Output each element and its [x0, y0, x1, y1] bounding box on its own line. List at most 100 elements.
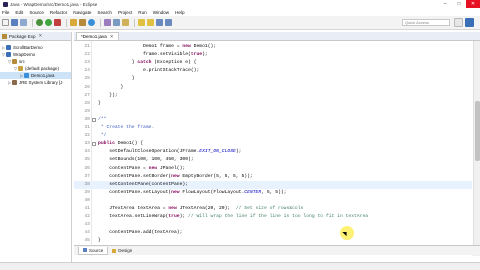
- package-icon: [18, 66, 23, 71]
- code-editor: *Demo1.java ✕ 21 Demo1 frame = new Demo1…: [74, 32, 480, 256]
- code-token: JPanel();: [157, 165, 186, 171]
- tab-source[interactable]: Source: [78, 246, 109, 255]
- menu-file[interactable]: File: [2, 10, 9, 15]
- code-line[interactable]: 25 }: [74, 75, 472, 83]
- tree-item[interactable]: ▷ JRE System Library [J: [0, 79, 71, 86]
- close-tab-icon[interactable]: ✕: [110, 34, 114, 40]
- design-icon: [112, 248, 117, 253]
- code-token: FlowLayout(FlowLayout.: [179, 189, 245, 195]
- code-token: /**: [98, 116, 107, 122]
- back-icon[interactable]: [156, 19, 163, 26]
- code-line[interactable]: 31 * Create the frame.: [74, 124, 472, 132]
- code-line[interactable]: 35 setBounds(100, 100, 450, 300);: [74, 156, 472, 164]
- open-perspective-icon[interactable]: [454, 18, 463, 27]
- forward-icon[interactable]: [165, 19, 172, 26]
- code-token: );: [235, 149, 242, 155]
- code-line[interactable]: 29: [74, 108, 472, 116]
- code-line[interactable]: 23 } catch (Exception e) {: [74, 59, 472, 67]
- menu-help[interactable]: Help: [175, 10, 184, 15]
- project-icon: [6, 45, 11, 50]
- code-area[interactable]: 21 Demo1 frame = new Demo1(); 22 frame.se…: [74, 41, 480, 256]
- tree-item[interactable]: ▽ src: [0, 58, 71, 65]
- code-line[interactable]: 36 contentPane = new JPanel();: [74, 165, 472, 173]
- menu-search[interactable]: Search: [97, 10, 112, 15]
- code-line[interactable]: 24 e.printStackTrace();: [74, 67, 472, 75]
- minimize-button[interactable]: –: [438, 0, 452, 8]
- save-icon[interactable]: [11, 19, 18, 26]
- new-package-icon[interactable]: [79, 19, 86, 26]
- quick-access-input[interactable]: Quick Access: [402, 19, 450, 26]
- line-number: 26: [84, 84, 90, 90]
- next-annotation-icon[interactable]: [138, 19, 145, 26]
- library-icon: [12, 80, 17, 85]
- new-icon[interactable]: [2, 19, 9, 26]
- code-text: e.printStackTrace();: [98, 67, 199, 75]
- editor-tab-demo1[interactable]: *Demo1.java ✕: [76, 32, 119, 40]
- close-view-icon[interactable]: ✕: [39, 33, 43, 39]
- code-line[interactable]: 42 textArea.setLineWrap(true); // Will w…: [74, 213, 472, 221]
- code-line[interactable]: 44 contentPane.add(textArea);: [74, 229, 472, 237]
- fold-toggle-icon[interactable]: [92, 142, 96, 147]
- code-token: * Create the frame.: [98, 125, 155, 130]
- tree-item[interactable]: ▽ WrapDemo: [0, 51, 71, 58]
- close-button[interactable]: ✕: [466, 0, 480, 8]
- code-token: contentPane.setLayout(: [98, 189, 172, 195]
- code-text: /**: [98, 116, 106, 124]
- code-line[interactable]: 33 public Demo1() {: [74, 140, 472, 148]
- open-type-icon[interactable]: [104, 19, 111, 26]
- save-all-icon[interactable]: [20, 19, 27, 26]
- perspective-switcher: [454, 18, 476, 27]
- toggle-mark-icon[interactable]: [122, 19, 129, 26]
- scrollbar-thumb[interactable]: [475, 101, 480, 161]
- line-number: 40: [84, 197, 90, 203]
- fold-toggle-icon[interactable]: [92, 117, 96, 122]
- vertical-scrollbar[interactable]: [473, 41, 480, 256]
- code-line[interactable]: 22 frame.setVisible(true);: [74, 51, 472, 59]
- menu-source[interactable]: Source: [29, 10, 44, 15]
- menu-run[interactable]: Run: [138, 10, 146, 15]
- code-line[interactable]: 34 setDefaultCloseOperation(JFrame.EXIT_…: [74, 148, 472, 156]
- code-line[interactable]: 38 setContentPane(contentPane);: [74, 180, 472, 189]
- tree-item[interactable]: ▽ (default package): [0, 65, 71, 72]
- code-token: }: [98, 60, 138, 66]
- code-token: );: [179, 214, 189, 220]
- code-line[interactable]: 37 contentPane.setBorder(new EmptyBorder…: [74, 173, 472, 181]
- java-perspective-icon[interactable]: [465, 18, 474, 27]
- code-line[interactable]: 32 */: [74, 132, 472, 140]
- line-number: 23: [84, 60, 90, 66]
- maximize-button[interactable]: □: [452, 0, 466, 8]
- tree-item[interactable]: ▷ Demo1.java: [0, 72, 71, 79]
- code-line[interactable]: 41 JTextArea textArea = new JTextArea(20…: [74, 205, 472, 213]
- code-token: EmptyBorder(5, 5, 5, 5));: [179, 173, 253, 179]
- eclipse-window: Java - WrapDemo/src/Demo1.java - Eclipse…: [0, 0, 480, 270]
- debug-icon[interactable]: [36, 19, 43, 26]
- new-java-project-icon[interactable]: [70, 19, 77, 26]
- run-icon[interactable]: [45, 19, 52, 26]
- line-number: 44: [84, 230, 90, 236]
- line-number: 21: [84, 44, 90, 49]
- line-number: 43: [84, 222, 90, 228]
- code-line[interactable]: 30 /**: [74, 116, 472, 124]
- package-explorer-tab[interactable]: Package Exp ✕: [0, 32, 71, 41]
- menu-navigate[interactable]: Navigate: [73, 10, 91, 15]
- tree-item[interactable]: ▷ ScrollBarDemo: [0, 44, 71, 51]
- external-tools-icon[interactable]: [54, 19, 61, 26]
- code-line[interactable]: 43: [74, 221, 472, 229]
- menu-edit[interactable]: Edit: [15, 10, 23, 15]
- code-line[interactable]: 27 });: [74, 92, 472, 100]
- new-class-icon[interactable]: [88, 19, 95, 26]
- menu-window[interactable]: Window: [153, 10, 169, 15]
- code-line[interactable]: 28}: [74, 100, 472, 108]
- code-line[interactable]: 39 contentPane.setLayout(new FlowLayout(…: [74, 189, 472, 197]
- menu-project[interactable]: Project: [118, 10, 132, 15]
- code-token: setBounds(100, 100, 450, 300);: [98, 157, 194, 163]
- code-token: e.printStackTrace();: [98, 68, 200, 74]
- source-folder-icon: [12, 59, 17, 64]
- code-line[interactable]: 26 }: [74, 84, 472, 92]
- search-icon[interactable]: [113, 19, 120, 26]
- code-line[interactable]: 40: [74, 197, 472, 205]
- tab-design[interactable]: Design: [108, 247, 136, 255]
- previous-annotation-icon[interactable]: [147, 19, 154, 26]
- menu-refactor[interactable]: Refactor: [50, 10, 67, 15]
- code-line[interactable]: 21 Demo1 frame = new Demo1();: [74, 43, 472, 51]
